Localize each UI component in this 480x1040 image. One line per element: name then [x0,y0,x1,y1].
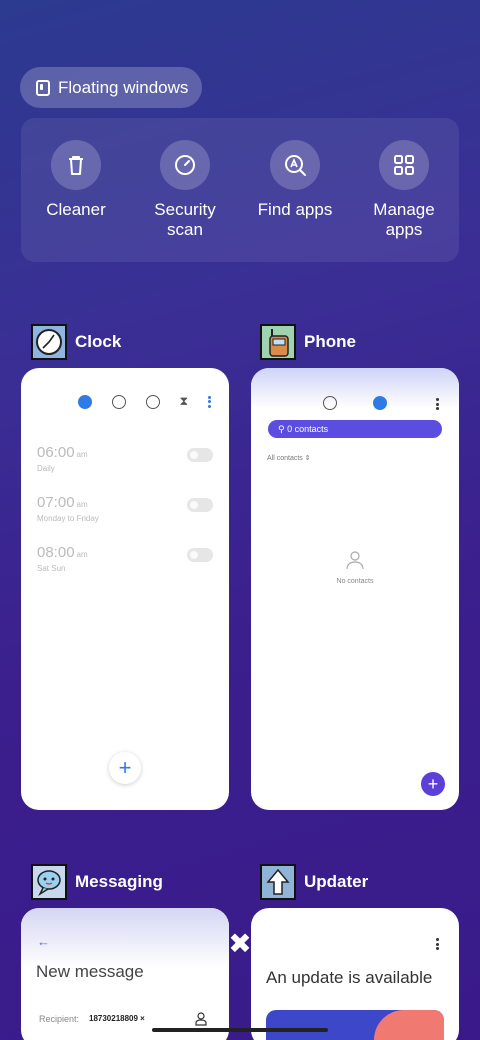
updater-app-header[interactable]: Updater [260,864,368,900]
contacts-search-bar[interactable]: ⚲ 0 contacts [268,420,442,438]
more-options-icon[interactable] [208,395,211,408]
security-scan-button[interactable]: Security scan [135,140,235,240]
manage-apps-button[interactable]: Manage apps [354,140,454,240]
clock-app-name: Clock [75,332,122,351]
add-alarm-button[interactable]: + [109,752,141,784]
cleaner-button[interactable]: Cleaner [26,140,126,220]
empty-state-text: No contacts [336,578,374,585]
alarm-repeat: Sat Sun [37,564,66,573]
stopwatch-tab-icon[interactable] [145,394,160,409]
contact-picker-icon[interactable] [195,1012,207,1026]
clock-app-header[interactable]: Clock [31,324,121,360]
updater-app-name: Updater [304,872,369,891]
timer-tab-icon[interactable]: ⧗ [180,394,188,409]
manage-apps-label: Manage apps [373,200,435,239]
recipient-chip[interactable]: 18730218809 × [89,1014,145,1023]
phone-window-card[interactable]: ⚲ 0 contacts All contacts ⇕ No contacts … [251,368,459,810]
grid-icon [379,140,429,190]
phone-app-name: Phone [304,332,356,351]
home-indicator[interactable] [152,1028,328,1032]
phone-app-header[interactable]: Phone [260,324,356,360]
find-apps-button[interactable]: Find apps [245,140,345,220]
messaging-window-card[interactable]: ← New message Recipient: 18730218809 × [21,908,229,1040]
security-scan-icon [160,140,210,190]
back-arrow-icon[interactable]: ← [37,934,50,949]
phone-app-icon [260,324,296,360]
clock-toolbar: ⧗ [77,394,211,409]
alarm-toggle[interactable] [187,548,213,562]
person-icon [346,551,364,570]
contacts-filter-dropdown[interactable]: All contacts ⇕ [267,454,311,462]
alarm-repeat: Monday to Friday [37,514,99,523]
alarm-time: 08:00 [37,544,75,561]
alarm-repeat: Daily [37,464,55,473]
updater-app-icon [260,864,296,900]
clock-app-icon [31,324,67,360]
updater-window-card[interactable]: An update is available [251,908,459,1040]
trash-icon [51,140,101,190]
messaging-app-icon [31,864,67,900]
quick-tools-panel: Cleaner Security scan Find apps Manage a… [21,118,459,262]
contacts-filter-label: All contacts [267,455,303,462]
floating-windows-button[interactable]: Floating windows [20,67,202,108]
floating-window-icon [36,79,50,96]
contacts-tab-icon[interactable] [373,396,387,410]
update-banner-image [266,1010,444,1040]
close-all-icon[interactable]: ✖ [228,930,252,958]
contacts-count: 0 contacts [287,424,329,434]
recipient-label: Recipient: [39,1014,80,1024]
alarm-row[interactable]: 06:00 am Daily [37,444,213,474]
messaging-app-header[interactable]: Messaging [31,864,163,900]
alarm-row[interactable]: 08:00 am Sat Sun [37,544,213,574]
clock-window-card[interactable]: ⧗ 06:00 am Daily 07:00 am Monday to Friday… [21,368,229,810]
find-apps-label: Find apps [257,200,333,219]
alarm-tab-icon[interactable] [77,394,92,409]
find-apps-icon [270,140,320,190]
call-log-tab-icon[interactable] [323,396,337,410]
new-message-title: New message [36,962,144,981]
messaging-header-gradient [21,908,229,968]
alarm-toggle[interactable] [187,448,213,462]
update-title: An update is available [266,968,433,987]
alarm-ampm: am [76,450,88,459]
phone-tabs [323,396,387,410]
security-scan-label: Security scan [154,200,216,239]
world-clock-tab-icon[interactable] [111,394,126,409]
chevron-updown-icon: ⇕ [304,455,311,462]
alarm-row[interactable]: 07:00 am Monday to Friday [37,494,213,524]
alarm-time: 06:00 [37,444,75,461]
alarm-time: 07:00 [37,494,75,511]
alarm-toggle[interactable] [187,498,213,512]
messaging-app-name: Messaging [75,872,163,891]
add-contact-button[interactable]: + [421,772,445,796]
search-icon: ⚲ [278,424,288,434]
more-options-icon[interactable] [436,938,439,950]
floating-windows-label: Floating windows [58,77,189,97]
alarm-ampm: am [76,500,88,509]
alarm-ampm: am [76,550,88,559]
more-options-icon[interactable] [436,398,439,410]
cleaner-label: Cleaner [46,200,106,219]
